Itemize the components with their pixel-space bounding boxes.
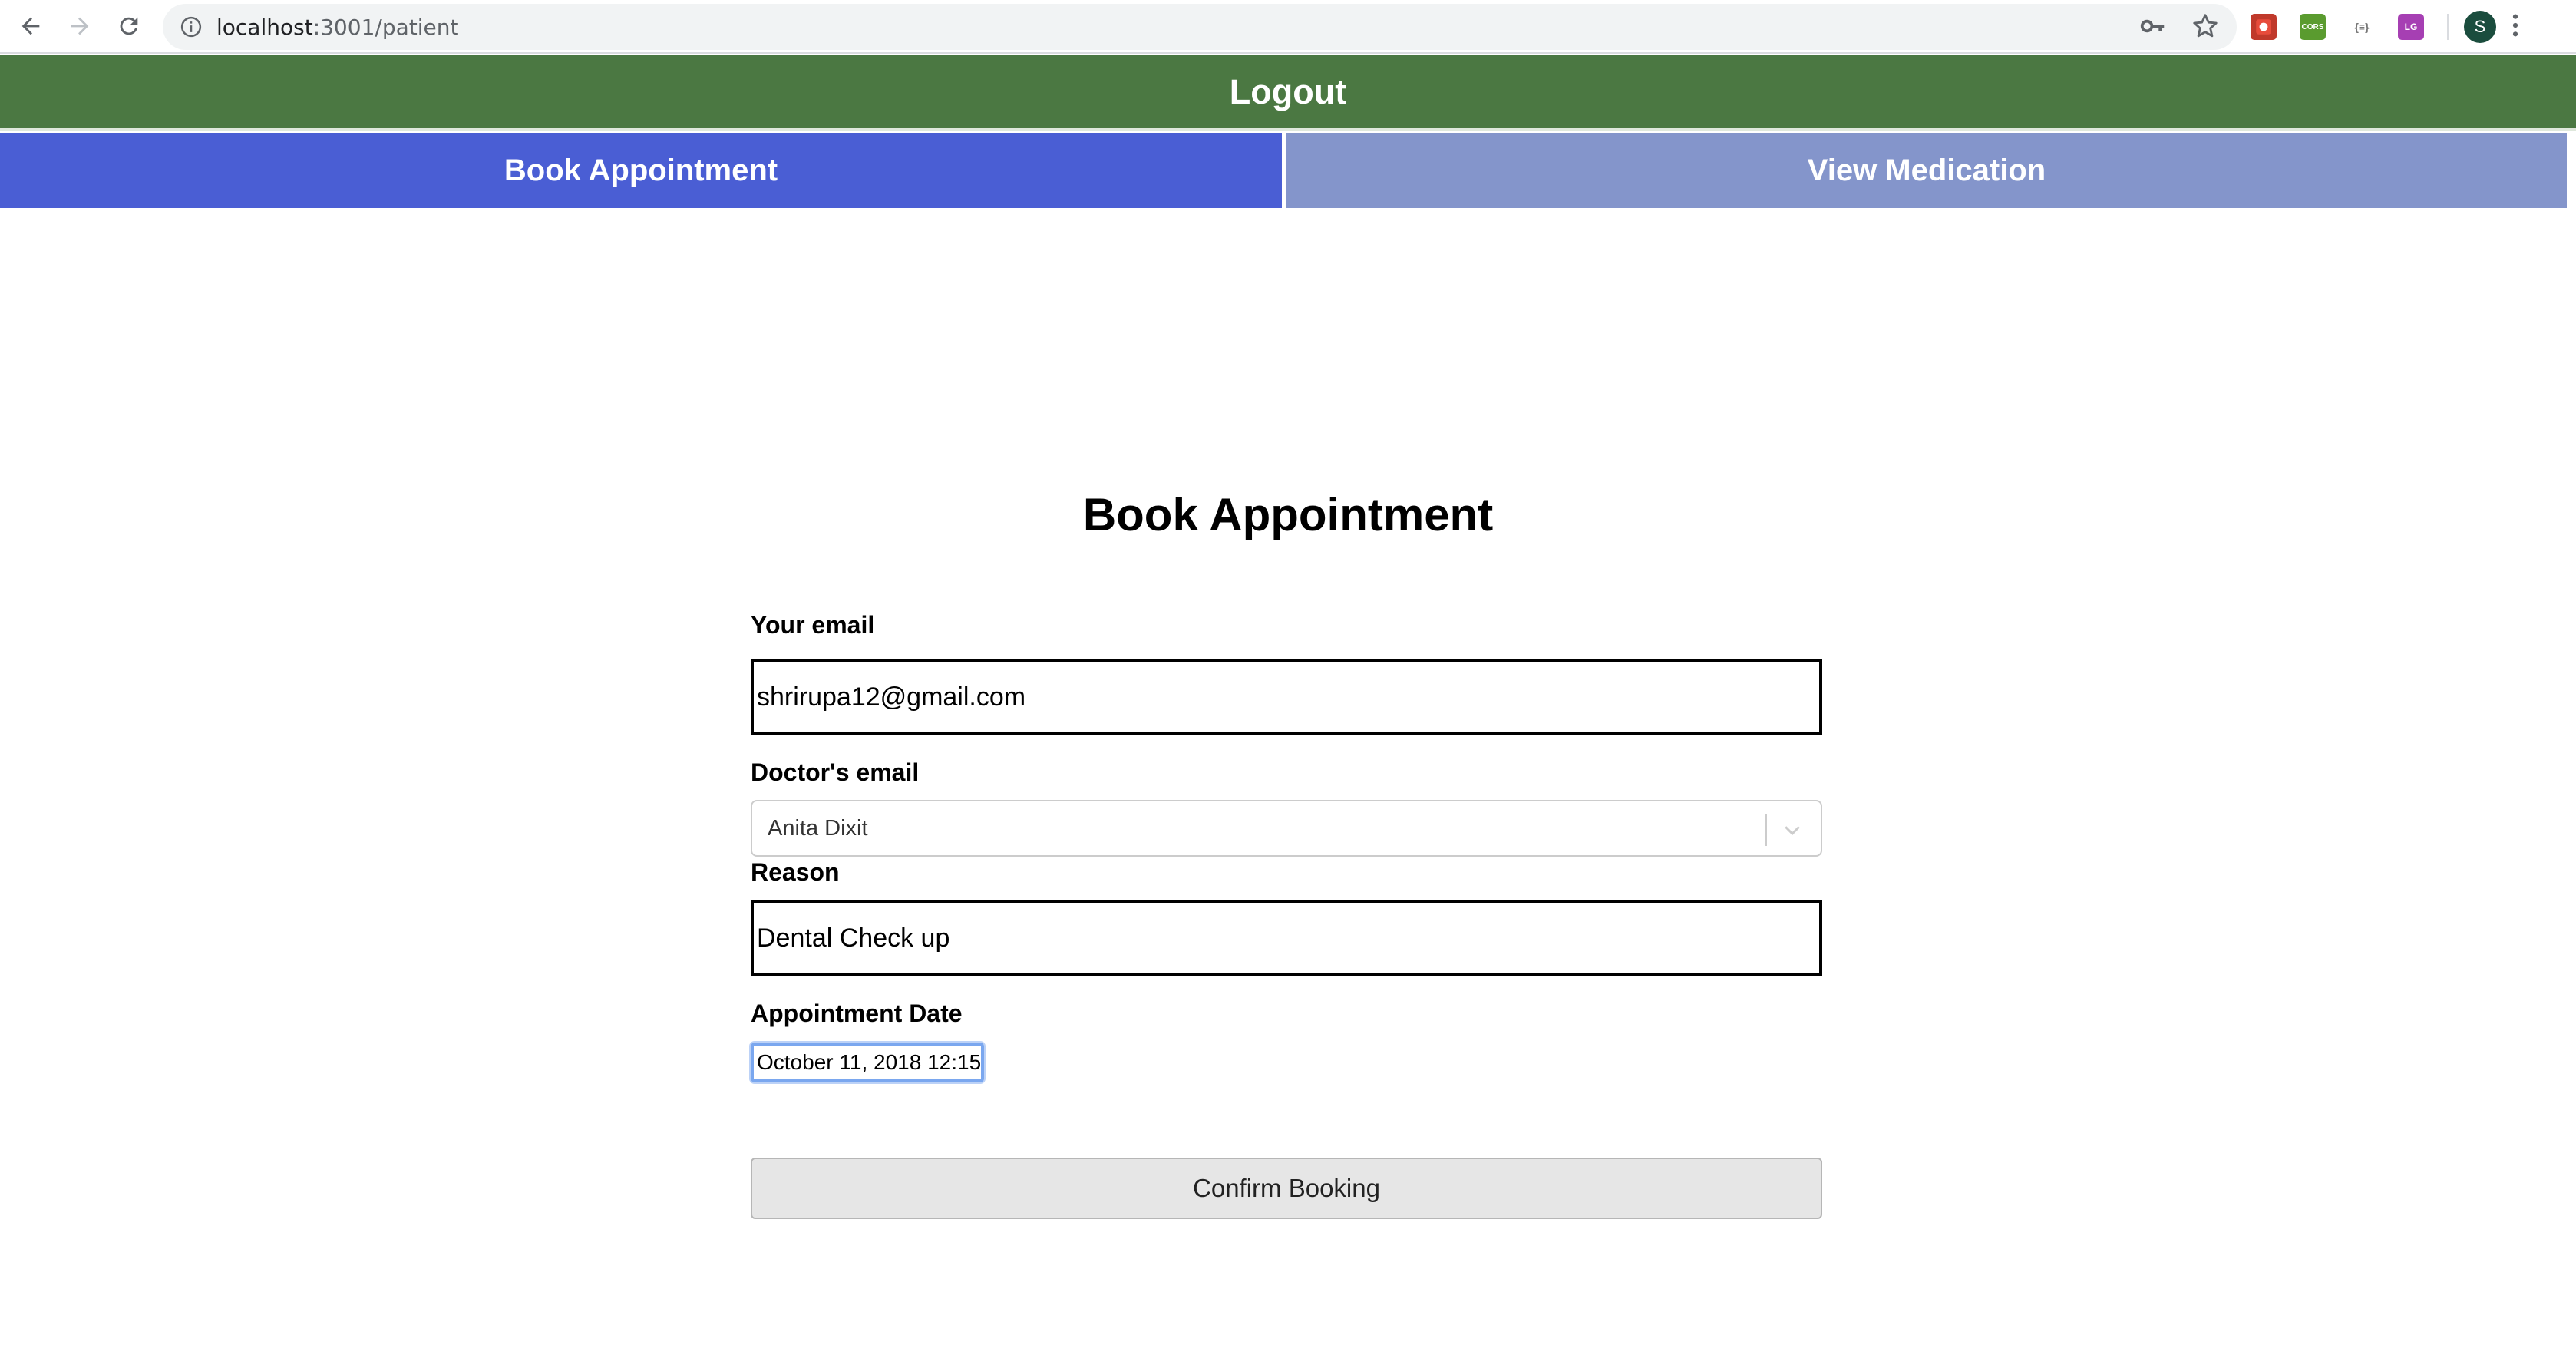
reason-field[interactable]: Dental Check up <box>751 900 1822 976</box>
main-tabs: Book Appointment View Medication <box>0 133 2576 208</box>
url-host: localhost <box>216 14 313 40</box>
profile-avatar[interactable]: S <box>2464 11 2496 43</box>
confirm-booking-button[interactable]: Confirm Booking <box>751 1158 1822 1219</box>
ext-lg-icon[interactable]: LG <box>2398 14 2424 40</box>
back-arrow-icon[interactable] <box>11 6 51 46</box>
confirm-booking-label: Confirm Booking <box>1193 1174 1380 1202</box>
email-value: shrirupa12@gmail.com <box>757 682 1026 712</box>
tab-book-appointment-label: Book Appointment <box>504 153 778 187</box>
ext-red-icon[interactable] <box>2251 14 2277 40</box>
avatar-initial: S <box>2474 17 2486 36</box>
tab-view-medication-label: View Medication <box>1807 153 2046 187</box>
doctor-select[interactable]: Anita Dixit <box>751 800 1822 857</box>
doctor-email-label: Doctor's email <box>751 758 920 786</box>
logout-button[interactable]: Logout <box>0 55 2576 131</box>
address-bar[interactable]: localhost:3001/patient <box>163 4 2237 50</box>
ext-json-icon[interactable]: {≡} <box>2349 14 2375 40</box>
chevron-down-icon[interactable] <box>1781 818 1804 841</box>
extensions-bar: CORS {≡} LG S <box>2251 8 2519 46</box>
email-field[interactable]: shrirupa12@gmail.com <box>751 659 1822 735</box>
info-icon[interactable] <box>180 15 203 38</box>
ext-cors-icon[interactable]: CORS <box>2300 14 2326 40</box>
ext-cors-label: CORS <box>2301 22 2324 31</box>
select-separator <box>1765 814 1767 846</box>
appointment-date-label: Appointment Date <box>751 1000 963 1027</box>
toolbar-divider <box>2447 14 2449 40</box>
reason-label: Reason <box>751 858 840 886</box>
email-label: Your email <box>751 611 875 639</box>
reload-icon[interactable] <box>109 6 149 46</box>
reason-value: Dental Check up <box>757 923 950 953</box>
ext-json-label: {≡} <box>2354 21 2370 33</box>
menu-dots-icon[interactable] <box>2512 12 2519 42</box>
tab-view-medication[interactable]: View Medication <box>1286 133 2571 208</box>
ext-lg-label: LG <box>2404 21 2418 32</box>
appointment-date-value: October 11, 2018 12:15 <box>757 1050 982 1074</box>
page-title: Book Appointment <box>1082 489 1494 540</box>
url-text[interactable]: localhost:3001/patient <box>216 15 458 40</box>
forward-arrow-icon[interactable] <box>60 6 100 46</box>
star-icon[interactable] <box>2191 12 2220 41</box>
tab-book-appointment[interactable]: Book Appointment <box>0 133 1282 208</box>
url-path: :3001/patient <box>312 14 459 40</box>
doctor-select-value: Anita Dixit <box>768 815 868 841</box>
key-icon[interactable] <box>2138 12 2168 41</box>
browser-toolbar: localhost:3001/patient CORS {≡} LG S <box>0 0 2576 54</box>
logout-label: Logout <box>1229 71 1347 111</box>
appointment-date-field[interactable]: October 11, 2018 12:15 <box>751 1043 984 1082</box>
